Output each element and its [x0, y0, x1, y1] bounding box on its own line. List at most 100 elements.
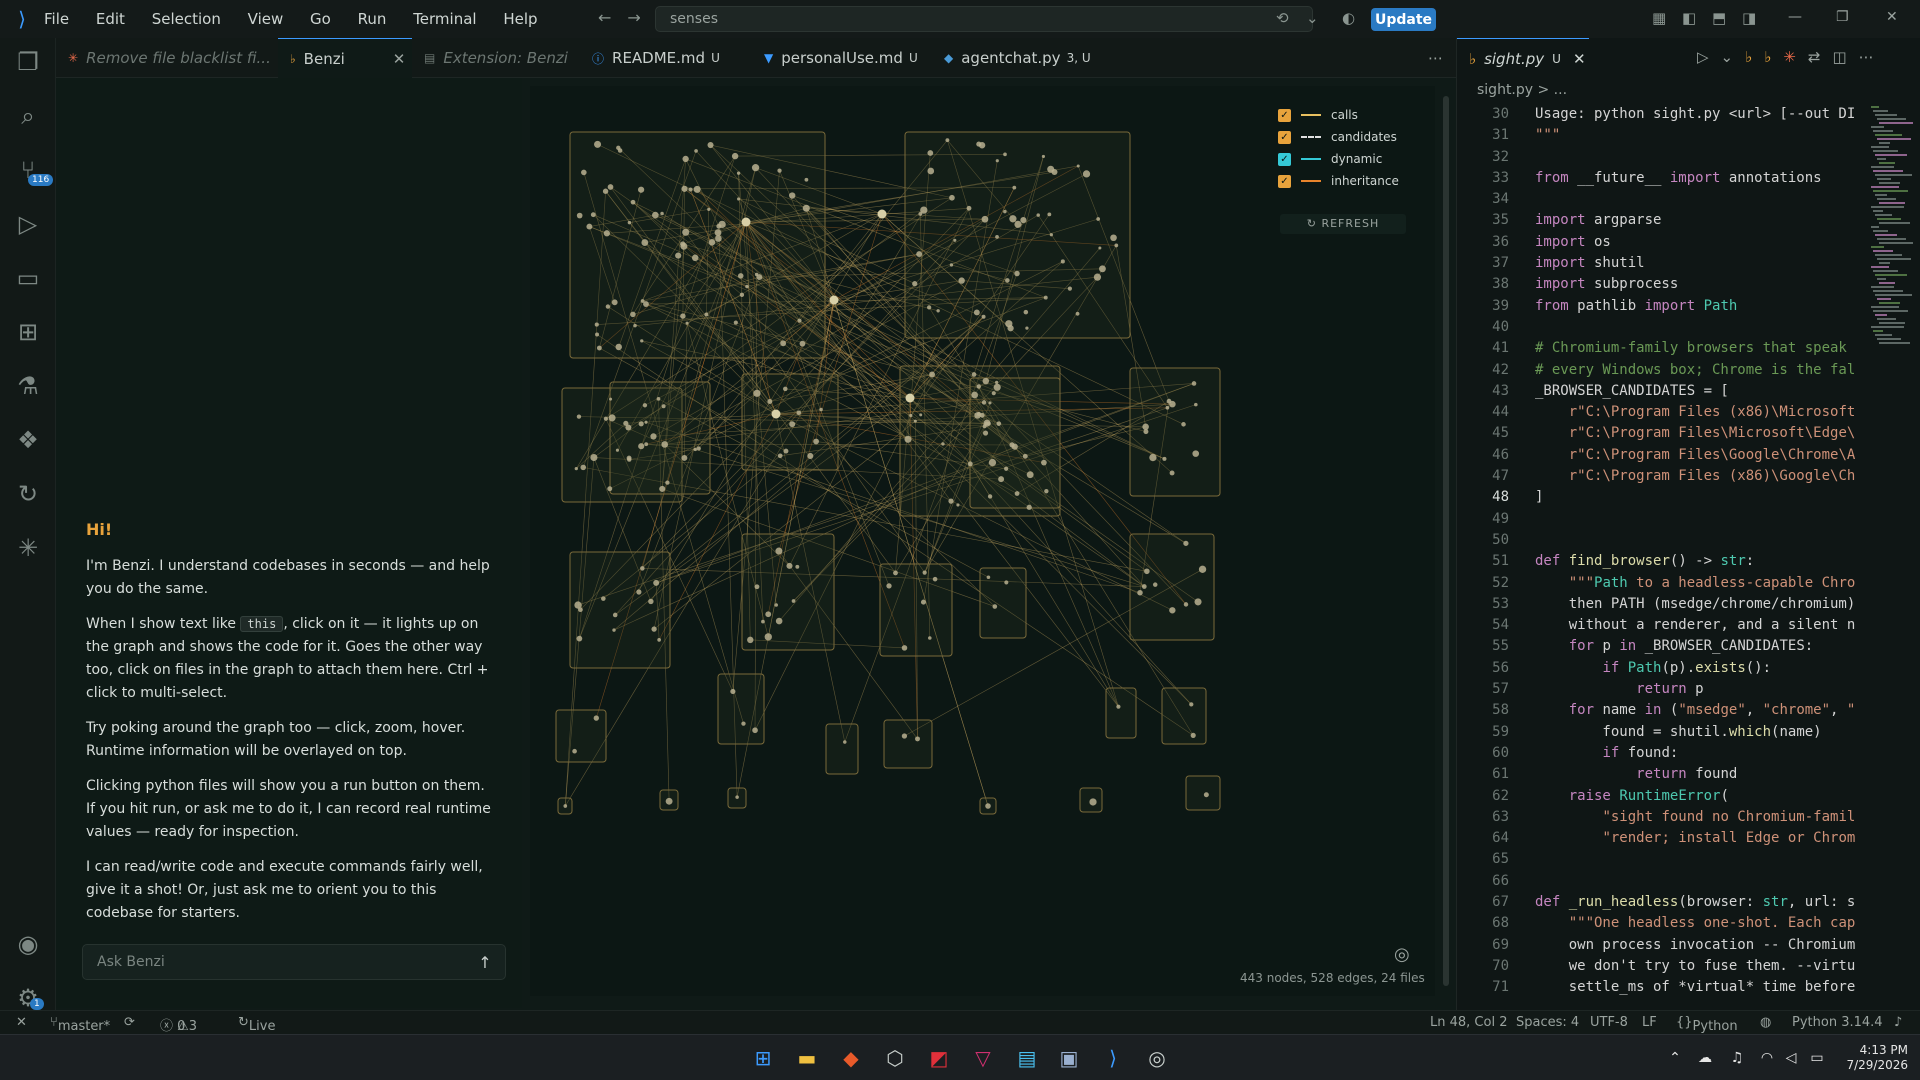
- graph-node[interactable]: [1114, 243, 1119, 248]
- graph-node[interactable]: [1041, 459, 1047, 466]
- graph-node[interactable]: [1003, 209, 1007, 214]
- graph-node[interactable]: [1014, 220, 1022, 228]
- graph-node[interactable]: [636, 589, 642, 595]
- graph-node[interactable]: [1098, 246, 1102, 250]
- graph-node[interactable]: [1110, 234, 1117, 242]
- graph-node[interactable]: [640, 339, 644, 343]
- code-line[interactable]: 65: [1457, 849, 1920, 870]
- graph-node[interactable]: [681, 185, 688, 192]
- graph-node[interactable]: [630, 199, 636, 205]
- file-cluster[interactable]: [1161, 687, 1207, 745]
- graph-hub-node[interactable]: [877, 209, 887, 219]
- graph-node[interactable]: [590, 453, 598, 462]
- graph-node[interactable]: [681, 454, 688, 461]
- graph-node[interactable]: [595, 332, 600, 337]
- graph-node[interactable]: [1041, 154, 1045, 158]
- graph-node[interactable]: [680, 313, 686, 319]
- code-line[interactable]: 42 # every Windows box; Chrome is the fal: [1457, 360, 1920, 381]
- code-line[interactable]: 40: [1457, 317, 1920, 338]
- graph-node[interactable]: [730, 688, 736, 695]
- code-line[interactable]: 44 r"C:\Program Files (x86)\Microsoft: [1457, 402, 1920, 423]
- graph-hub-node[interactable]: [829, 295, 839, 305]
- graph-node[interactable]: [912, 281, 918, 287]
- graph-node[interactable]: [718, 220, 726, 229]
- graph-node[interactable]: [693, 185, 701, 193]
- graph-node[interactable]: [920, 599, 927, 605]
- language-status[interactable]: {} Python: [1676, 1015, 1738, 1034]
- graph-node[interactable]: [995, 159, 999, 163]
- graph-node[interactable]: [927, 167, 935, 175]
- graph-node[interactable]: [714, 229, 722, 237]
- graph-node[interactable]: [739, 292, 745, 297]
- file-cluster[interactable]: [1185, 775, 1221, 811]
- graph-node[interactable]: [615, 343, 622, 351]
- graph-node[interactable]: [1049, 233, 1053, 237]
- graph-node[interactable]: [1149, 453, 1157, 462]
- code-line[interactable]: 31 """: [1457, 125, 1920, 146]
- graph-node[interactable]: [751, 164, 760, 172]
- close-tab-icon[interactable]: ✕: [393, 50, 406, 68]
- graph-node[interactable]: [596, 345, 602, 351]
- graph-node[interactable]: [602, 188, 609, 194]
- graph-node[interactable]: [1192, 450, 1200, 457]
- graph-node[interactable]: [777, 453, 783, 459]
- code-line[interactable]: 63 "sight found no Chromium-famil: [1457, 807, 1920, 828]
- graph-node[interactable]: [765, 611, 772, 618]
- graph-node[interactable]: [1183, 540, 1189, 546]
- code-line[interactable]: 54 without a renderer, and a silent n: [1457, 615, 1920, 636]
- graph-node[interactable]: [982, 377, 990, 385]
- chevron-down-icon[interactable]: ⌄: [1306, 9, 1319, 27]
- graph-node[interactable]: [580, 464, 587, 471]
- problems-status[interactable]: ⓧ 0 ⚠ 3: [160, 1015, 197, 1034]
- graph-node[interactable]: [1022, 453, 1028, 459]
- app-hexagon-icon[interactable]: ⬡: [880, 1043, 910, 1073]
- graph-node[interactable]: [735, 795, 739, 799]
- graph-node[interactable]: [1116, 704, 1121, 709]
- notifications-icon[interactable]: ♪: [1894, 1015, 1902, 1030]
- python-icon[interactable]: ❖: [0, 418, 56, 462]
- snipping-tool-icon[interactable]: ▣: [1054, 1043, 1084, 1073]
- graph-node[interactable]: [1137, 589, 1143, 596]
- graph-node[interactable]: [708, 239, 716, 246]
- graph-node[interactable]: [929, 371, 936, 378]
- graph-node[interactable]: [627, 220, 632, 225]
- graph-node[interactable]: [696, 446, 701, 451]
- code-line[interactable]: 56 if Path(p).exists():: [1457, 658, 1920, 679]
- graph-node[interactable]: [904, 435, 912, 443]
- graph-node[interactable]: [991, 391, 996, 396]
- ask-benzi-input[interactable]: Ask Benzi: [82, 944, 506, 980]
- graph-node[interactable]: [603, 230, 611, 237]
- file-cluster[interactable]: [569, 131, 826, 359]
- graph-node[interactable]: [747, 636, 754, 644]
- split-editor-icon[interactable]: ◫: [1832, 48, 1858, 66]
- more-actions-icon[interactable]: ⋯: [1859, 48, 1886, 66]
- graph-node[interactable]: [941, 442, 945, 446]
- graph-node[interactable]: [586, 223, 593, 230]
- file-cluster[interactable]: [969, 377, 1061, 509]
- command-center-search[interactable]: senses: [655, 6, 1313, 32]
- github-icon[interactable]: ◎: [1394, 944, 1410, 965]
- close-window-icon[interactable]: ✕: [1886, 9, 1898, 25]
- microphone-icon[interactable]: ♫: [1722, 1043, 1752, 1073]
- refresh-button[interactable]: ↻ REFRESH: [1280, 214, 1406, 234]
- graph-node[interactable]: [774, 603, 778, 607]
- graph-node[interactable]: [1142, 423, 1149, 431]
- graph-node[interactable]: [688, 187, 693, 192]
- graph-node[interactable]: [574, 467, 578, 471]
- search-icon[interactable]: ⌕: [0, 94, 56, 138]
- graph-node[interactable]: [625, 424, 632, 431]
- graph-node[interactable]: [715, 235, 722, 242]
- graph-node[interactable]: [1026, 471, 1034, 479]
- code-line[interactable]: 67 def _run_headless(browser: str, url: s: [1457, 892, 1920, 913]
- sync-icon[interactable]: ⟳: [124, 1015, 135, 1030]
- graph-node[interactable]: [590, 212, 596, 218]
- legend-candidates[interactable]: ✓ candidates: [1278, 126, 1406, 148]
- benzi-icon[interactable]: ✳: [0, 526, 56, 570]
- graph-node[interactable]: [791, 599, 796, 603]
- graph-node[interactable]: [1194, 402, 1198, 407]
- graph-node[interactable]: [648, 598, 654, 605]
- live-share-icon[interactable]: ↻: [0, 472, 56, 516]
- benzi-action-icon[interactable]: ♭: [1745, 48, 1764, 66]
- graph-hub-node[interactable]: [771, 409, 781, 419]
- graph-node[interactable]: [927, 150, 934, 156]
